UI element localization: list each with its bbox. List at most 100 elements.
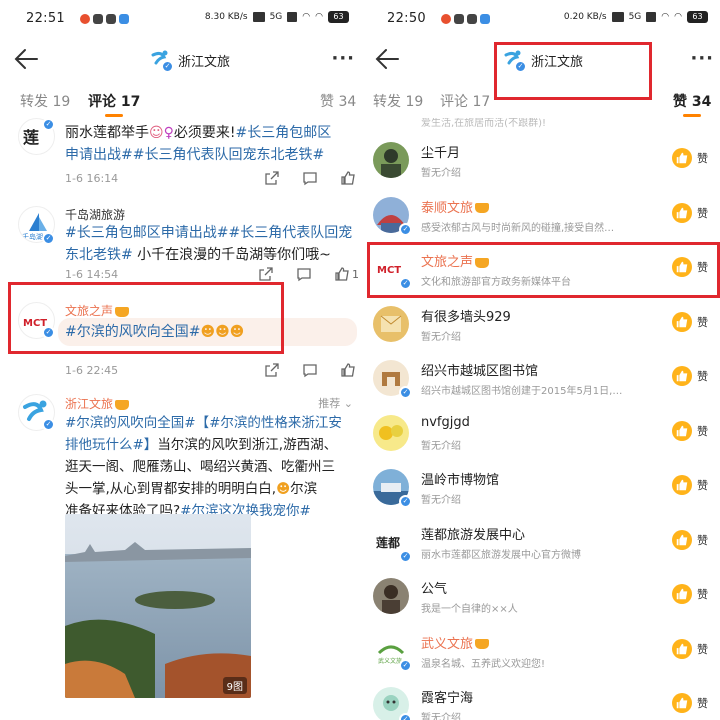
- like-button-label: 赞: [697, 370, 708, 383]
- like-user-name[interactable]: 绍兴市越城区图书馆: [421, 360, 538, 379]
- like-user-row[interactable]: 公气 我是一个自律的××人 赞: [361, 570, 720, 624]
- share-icon[interactable]: [258, 266, 274, 282]
- comment-list: 莲 ✓ 丽水莲都举手☺♀必须要来!#长三角包邮区 申请出战##长三角代表队回宠东…: [0, 118, 361, 720]
- nav-brand[interactable]: ✓ 浙江文旅: [150, 49, 231, 73]
- hashtag-link[interactable]: 排他玩什么#】: [65, 437, 157, 453]
- share-icon[interactable]: [264, 362, 280, 378]
- hashtag-link[interactable]: #尔滨的风吹向全国#: [65, 415, 196, 431]
- hashtag-link[interactable]: #长三角代表队回宠东北老铁#: [133, 147, 324, 163]
- notification-icons: [80, 14, 129, 24]
- comment-icon[interactable]: [302, 170, 318, 186]
- hd-icon: [611, 12, 624, 22]
- red-highlight-box: [8, 282, 284, 354]
- like-button[interactable]: 赞: [672, 584, 708, 604]
- like-icon[interactable]: [340, 170, 356, 186]
- hashtag-link[interactable]: #长三角代表队回宠: [228, 225, 352, 241]
- hashtag-link[interactable]: #长三角包邮区: [236, 125, 332, 141]
- like-user-name[interactable]: 公气: [421, 578, 447, 597]
- username-text: nvfgjgd: [421, 414, 470, 430]
- thumbs-up-icon: [672, 693, 692, 713]
- like-user-name[interactable]: 温岭市博物馆: [421, 469, 499, 488]
- like-button[interactable]: 1: [334, 266, 359, 282]
- like-user-row[interactable]: ✓ 霞客宁海 暂无介绍 赞: [361, 679, 720, 720]
- like-button[interactable]: 赞: [672, 148, 708, 168]
- like-button[interactable]: 赞: [672, 529, 708, 550]
- like-button[interactable]: 赞: [672, 311, 708, 332]
- like-user-name[interactable]: 有很多墙头929: [421, 306, 511, 325]
- like-button[interactable]: 赞: [672, 366, 708, 386]
- notification-icon: [80, 14, 90, 24]
- tab-likes[interactable]: 赞 34: [673, 91, 711, 117]
- hashtag-link[interactable]: #长三角包邮区申请出战#: [65, 225, 228, 241]
- system-status: 8.30 KB/s 5G ◠ ◠ 63: [205, 11, 349, 23]
- svg-text:莲都: 莲都: [376, 535, 400, 550]
- avatar[interactable]: [373, 142, 409, 178]
- like-user-name[interactable]: 莲都旅游发展中心: [421, 524, 525, 543]
- more-menu-icon[interactable]: ···: [690, 48, 714, 69]
- like-button[interactable]: 赞: [672, 202, 708, 223]
- comment-icon[interactable]: [302, 362, 318, 378]
- post-photo[interactable]: 9图: [65, 514, 251, 698]
- like-user-row[interactable]: ✓ 绍兴市越城区图书馆 绍兴市越城区图书馆创建于2015年5月1日,… 赞: [361, 352, 720, 406]
- network-speed: 0.20 KB/s: [563, 12, 607, 22]
- avatar[interactable]: [373, 305, 409, 342]
- signal-icon: [287, 12, 298, 22]
- nav-title: 浙江文旅: [178, 54, 231, 70]
- avatar[interactable]: [373, 578, 409, 614]
- tab-comments[interactable]: 评论 17: [440, 91, 490, 111]
- zhejiang-tourism-logo: ✓: [150, 49, 174, 73]
- right-screen: 22:50 0.20 KB/s 5G ◠ ◠ 63 ✓ 浙江文旅 ··· 转发 …: [361, 0, 720, 720]
- post-tabs: 转发 19 评论 17 赞 34: [0, 86, 361, 117]
- like-button[interactable]: 赞: [672, 475, 708, 495]
- comment-text-part: 必须要来!: [173, 125, 236, 141]
- wifi-icon: ◠: [315, 12, 323, 22]
- wifi-icon: ◠: [302, 12, 311, 22]
- back-arrow-icon[interactable]: [373, 46, 403, 72]
- like-user-row[interactable]: 有很多墙头929 暂无介绍 赞: [361, 298, 720, 352]
- crown-icon: [115, 399, 130, 410]
- like-user-row[interactable]: nvfgjgd 暂无介绍 赞: [361, 407, 720, 461]
- more-menu-icon[interactable]: ···: [331, 48, 355, 69]
- verified-icon: ✓: [399, 549, 412, 563]
- post-text: #尔滨的风吹向全国#【#尔滨的性格来浙江安 排他玩什么#】当尔滨的风吹到浙江,游…: [65, 412, 357, 522]
- crown-icon: [475, 203, 490, 213]
- like-user-row[interactable]: 尘千月 暂无介绍 赞: [361, 134, 720, 188]
- like-user-row[interactable]: 莲都 ✓ 莲都旅游发展中心丽水市莲都区旅游发展中心官方微博 赞: [361, 516, 720, 570]
- like-user-name[interactable]: 尘千月: [421, 142, 460, 161]
- comment-icon[interactable]: [296, 266, 312, 282]
- hashtag-link[interactable]: 【#尔滨的性格来浙江安: [196, 415, 342, 431]
- battery-icon: 63: [328, 11, 349, 23]
- verified-icon: ✓: [399, 713, 412, 720]
- post-username[interactable]: 浙江文旅: [65, 395, 130, 412]
- like-user-row[interactable]: ✓ 泰顺文旅 感受浓郁古风与时尚新风的碰撞,接受自然… 赞: [361, 189, 720, 243]
- like-user-row[interactable]: 武义文旅 ✓ 武义文旅 温泉名城、五养武义欢迎您! 赞: [361, 625, 720, 679]
- female-sign-icon: ♀: [163, 125, 174, 141]
- like-user-name[interactable]: nvfgjgd: [421, 415, 470, 430]
- tab-reposts[interactable]: 转发 19: [373, 91, 423, 111]
- like-user-name[interactable]: 霞客宁海: [421, 687, 473, 706]
- hashtag-link[interactable]: 申请出战#: [65, 147, 133, 163]
- like-button-label: 赞: [697, 697, 708, 710]
- like-user-description: 暂无介绍: [421, 331, 461, 343]
- tab-likes[interactable]: 赞 34: [320, 91, 356, 111]
- recommend-label[interactable]: 推荐 ⌄: [318, 395, 353, 411]
- like-button-label: 赞: [697, 479, 708, 492]
- like-button[interactable]: 赞: [672, 638, 708, 659]
- hashtag-link[interactable]: 东北老铁#: [65, 247, 133, 263]
- comment-username[interactable]: 千岛湖旅游: [65, 206, 125, 223]
- comment-actions: [264, 170, 356, 186]
- partial-user-desc: 爱生活,在旅居而活(不跟群)!: [421, 118, 546, 129]
- tab-reposts[interactable]: 转发 19: [20, 91, 70, 111]
- tab-comments[interactable]: 评论 17: [88, 91, 140, 117]
- like-user-description: 丽水市莲都区旅游发展中心官方微博: [421, 549, 581, 561]
- share-icon[interactable]: [264, 170, 280, 186]
- avatar[interactable]: [373, 414, 409, 451]
- like-user-name[interactable]: 武义文旅: [421, 633, 490, 652]
- back-arrow-icon[interactable]: [12, 46, 42, 72]
- like-user-row[interactable]: ✓ 温岭市博物馆 暂无介绍 赞: [361, 461, 720, 515]
- like-user-name[interactable]: 泰顺文旅: [421, 197, 490, 216]
- like-button[interactable]: 赞: [672, 420, 708, 441]
- like-button[interactable]: 赞: [672, 693, 708, 713]
- username-text: 武义文旅: [421, 636, 474, 652]
- like-icon[interactable]: [340, 362, 356, 378]
